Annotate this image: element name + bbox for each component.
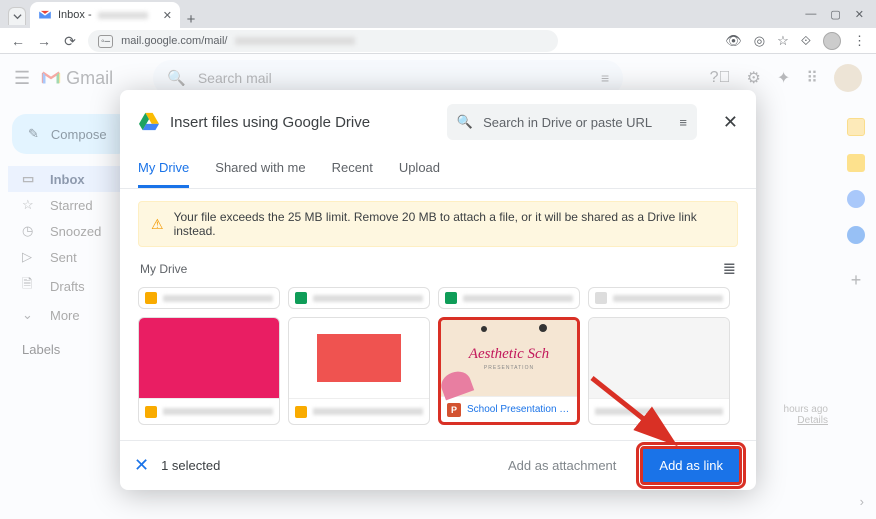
redacted xyxy=(313,295,423,302)
close-window-icon[interactable]: ✕ xyxy=(855,8,864,21)
site-info-icon[interactable]: ◦– xyxy=(98,35,113,48)
profile-avatar[interactable] xyxy=(823,32,841,50)
add-as-link-button[interactable]: Add as link xyxy=(640,446,742,485)
file-thumb xyxy=(589,318,729,398)
drive-logo-icon xyxy=(138,112,160,132)
address-bar[interactable]: ◦– mail.google.com/mail/ xyxy=(88,30,558,52)
new-tab-button[interactable]: + xyxy=(180,11,202,28)
redacted xyxy=(163,295,273,302)
folder-icon xyxy=(295,292,307,304)
folder-chip[interactable] xyxy=(288,287,430,309)
redacted xyxy=(163,408,273,415)
eye-icon[interactable]: 👁 xyxy=(725,33,742,49)
file-thumb xyxy=(139,318,279,398)
file-card[interactable] xyxy=(588,317,730,425)
drive-picker-dialog: Insert files using Google Drive 🔍 Search… xyxy=(120,90,756,490)
slides-icon xyxy=(295,406,307,418)
breadcrumb: My Drive ≣ xyxy=(120,255,756,283)
forward-icon[interactable]: → xyxy=(36,33,52,49)
dialog-header: Insert files using Google Drive 🔍 Search… xyxy=(120,90,756,154)
drive-search-placeholder: Search in Drive or paste URL xyxy=(483,115,652,130)
file-card[interactable] xyxy=(288,317,430,425)
tab-shared[interactable]: Shared with me xyxy=(215,154,305,188)
window-controls: — ▢ ✕ xyxy=(805,0,876,28)
file-grid: Aesthetic Sch PRESENTATION P School Prese… xyxy=(120,283,756,429)
browser-chrome: Inbox - ✕ + — ▢ ✕ ← → ⟳ ◦– mail.google.c… xyxy=(0,0,876,54)
list-view-icon[interactable]: ≣ xyxy=(723,259,736,279)
warning-text: Your file exceeds the 25 MB limit. Remov… xyxy=(174,210,725,238)
drive-tabs: My Drive Shared with me Recent Upload xyxy=(120,154,756,189)
slide-title: Aesthetic Sch xyxy=(469,346,549,363)
url-blur xyxy=(235,37,355,45)
tab-blur xyxy=(98,12,148,19)
tab-strip: Inbox - ✕ + — ▢ ✕ xyxy=(0,0,876,28)
maximize-icon[interactable]: ▢ xyxy=(830,8,840,21)
file-name: School Presentation … xyxy=(467,404,569,415)
redacted xyxy=(313,408,423,415)
slide-sub: PRESENTATION xyxy=(484,365,534,371)
breadcrumb-text[interactable]: My Drive xyxy=(140,262,187,276)
search-icon: 🔍 xyxy=(457,114,473,130)
url-text: mail.google.com/mail/ xyxy=(121,35,227,47)
share-icon[interactable]: ◎ xyxy=(754,33,765,49)
reload-icon[interactable]: ⟳ xyxy=(62,33,78,50)
size-warning-banner: ⚠ Your file exceeds the 25 MB limit. Rem… xyxy=(138,201,738,247)
selection-count: 1 selected xyxy=(161,458,220,473)
close-dialog-icon[interactable]: ✕ xyxy=(723,112,738,133)
redacted xyxy=(595,408,723,415)
file-card-selected[interactable]: Aesthetic Sch PRESENTATION P School Prese… xyxy=(438,317,580,425)
tab-upload[interactable]: Upload xyxy=(399,154,440,188)
browser-toolbar: ← → ⟳ ◦– mail.google.com/mail/ 👁 ◎ ☆ ⟐ ⋮ xyxy=(0,28,876,54)
file-thumb xyxy=(289,318,429,398)
add-attachment-button[interactable]: Add as attachment xyxy=(496,450,628,481)
tab-title: Inbox - xyxy=(58,9,92,21)
file-thumb: Aesthetic Sch PRESENTATION xyxy=(441,320,577,396)
tab-recent[interactable]: Recent xyxy=(332,154,373,188)
tune-icon[interactable]: ≡ xyxy=(679,115,687,130)
folder-icon xyxy=(595,292,607,304)
warning-icon: ⚠ xyxy=(151,216,164,233)
back-icon[interactable]: ← xyxy=(10,33,26,49)
bookmark-icon[interactable]: ☆ xyxy=(777,33,789,49)
close-tab-icon[interactable]: ✕ xyxy=(163,9,172,22)
folder-chip[interactable] xyxy=(138,287,280,309)
tab-search-button[interactable] xyxy=(8,7,26,25)
drive-search[interactable]: 🔍 Search in Drive or paste URL ≡ xyxy=(447,104,697,140)
folder-chip[interactable] xyxy=(438,287,580,309)
file-card[interactable] xyxy=(138,317,280,425)
slides-icon xyxy=(145,406,157,418)
dialog-title: Insert files using Google Drive xyxy=(170,114,370,131)
toolbar-actions: 👁 ◎ ☆ ⟐ ⋮ xyxy=(725,32,866,50)
redacted xyxy=(463,295,573,302)
powerpoint-icon: P xyxy=(447,403,461,417)
gmail-favicon-icon xyxy=(38,8,52,22)
folder-chip[interactable] xyxy=(588,287,730,309)
folder-icon xyxy=(145,292,157,304)
menu-icon[interactable]: ⋮ xyxy=(853,33,866,49)
browser-tab[interactable]: Inbox - ✕ xyxy=(30,2,180,28)
tab-mydrive[interactable]: My Drive xyxy=(138,154,189,188)
folder-icon xyxy=(445,292,457,304)
dialog-footer: ✕ 1 selected Add as attachment Add as li… xyxy=(120,440,756,490)
minimize-icon[interactable]: — xyxy=(805,8,816,20)
redacted xyxy=(613,295,723,302)
deselect-icon[interactable]: ✕ xyxy=(134,455,149,476)
extensions-icon[interactable]: ⟐ xyxy=(801,33,811,49)
